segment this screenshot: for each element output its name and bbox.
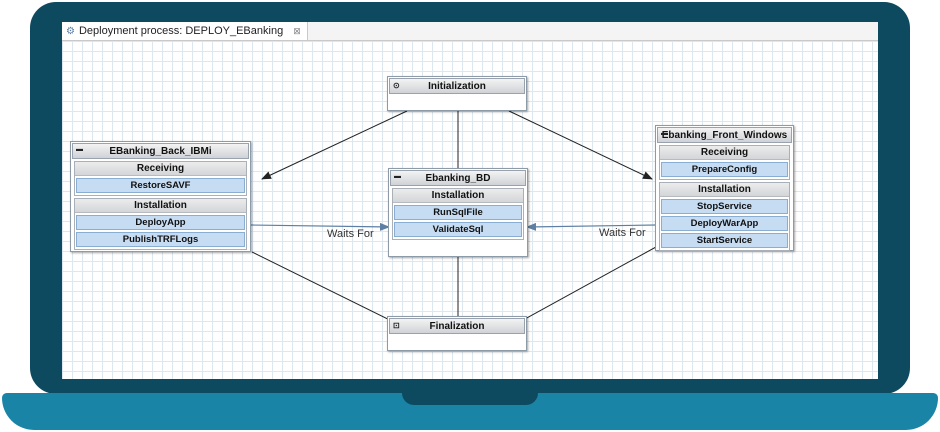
terminal-icon: ▬ — [76, 146, 83, 153]
group-header: Receiving — [75, 162, 246, 176]
waits-for-label-left: Waits For — [327, 228, 374, 240]
node-ebanking-back-ibmi[interactable]: ▬ EBanking_Back_IBMi Receiving RestoreSA… — [70, 141, 251, 252]
node-front-header: ▬ Ebanking_Front_Windows — [657, 127, 792, 143]
play-circle-icon: ⊙ — [393, 81, 400, 90]
waits-for-label-right: Waits For — [599, 227, 646, 239]
terminal-icon: ▬ — [394, 173, 401, 180]
edge-init-to-back — [261, 110, 408, 180]
step-stop-service[interactable]: StopService — [661, 199, 788, 214]
node-ebanking-front-windows[interactable]: ▬ Ebanking_Front_Windows Receiving Prepa… — [655, 125, 794, 251]
close-icon[interactable]: ⊠ — [293, 26, 301, 37]
editor-tab-bar: ⚙ Deployment process: DEPLOY_EBanking ⊠ — [62, 22, 878, 41]
group-receiving: Receiving RestoreSAVF — [74, 161, 247, 196]
editor-tab-title: Deployment process: DEPLOY_EBanking — [78, 25, 284, 37]
edge-init-to-front — [508, 110, 653, 180]
laptop-notch — [402, 393, 538, 405]
edge-waits-back-to-bd — [249, 222, 390, 231]
step-publish-trf-logs[interactable]: PublishTRFLogs — [76, 232, 245, 247]
group-installation: Installation DeployApp PublishTRFLogs — [74, 198, 247, 250]
step-start-service[interactable]: StartService — [661, 233, 788, 248]
terminal-icon: ▬ — [661, 130, 668, 137]
node-initialization-header: ⊙ Initialization — [389, 78, 525, 94]
step-prepare-config[interactable]: PrepareConfig — [661, 162, 788, 177]
node-back-title: EBanking_Back_IBMi — [109, 145, 212, 157]
node-ebanking-bd[interactable]: ▬ Ebanking_BD Installation RunSqlFile Va… — [388, 168, 528, 257]
group-installation: Installation RunSqlFile ValidateSql — [392, 188, 524, 240]
node-bd-title: Ebanking_BD — [425, 172, 491, 184]
step-validate-sql[interactable]: ValidateSql — [394, 222, 522, 237]
editor-tab[interactable]: ⚙ Deployment process: DEPLOY_EBanking ⊠ — [62, 22, 308, 40]
step-restore-savf[interactable]: RestoreSAVF — [76, 178, 245, 193]
node-front-title: Ebanking_Front_Windows — [661, 129, 788, 141]
group-installation: Installation StopService DeployWarApp St… — [659, 182, 790, 251]
node-initialization-title: Initialization — [428, 80, 486, 92]
node-initialization[interactable]: ⊙ Initialization — [387, 76, 527, 111]
node-finalization-header: ⊡ Finalization — [389, 318, 525, 334]
group-header: Installation — [660, 183, 789, 197]
laptop-screen: ⚙ Deployment process: DEPLOY_EBanking ⊠ — [62, 22, 878, 379]
step-run-sql-file[interactable]: RunSqlFile — [394, 205, 522, 220]
diagram-canvas[interactable]: Waits For Waits For ⊙ Initialization ▬ E… — [62, 41, 878, 379]
group-header: Receiving — [660, 146, 789, 160]
step-deploy-war-app[interactable]: DeployWarApp — [661, 216, 788, 231]
node-finalization-title: Finalization — [429, 320, 485, 332]
group-header: Installation — [393, 189, 523, 203]
gear-icon: ⚙ — [66, 25, 75, 37]
node-bd-header: ▬ Ebanking_BD — [390, 170, 526, 186]
step-deploy-app[interactable]: DeployApp — [76, 215, 245, 230]
stop-circle-icon: ⊡ — [393, 321, 400, 330]
node-back-header: ▬ EBanking_Back_IBMi — [72, 143, 249, 159]
group-receiving: Receiving PrepareConfig — [659, 145, 790, 180]
group-header: Installation — [75, 199, 246, 213]
node-finalization[interactable]: ⊡ Finalization — [387, 316, 527, 351]
